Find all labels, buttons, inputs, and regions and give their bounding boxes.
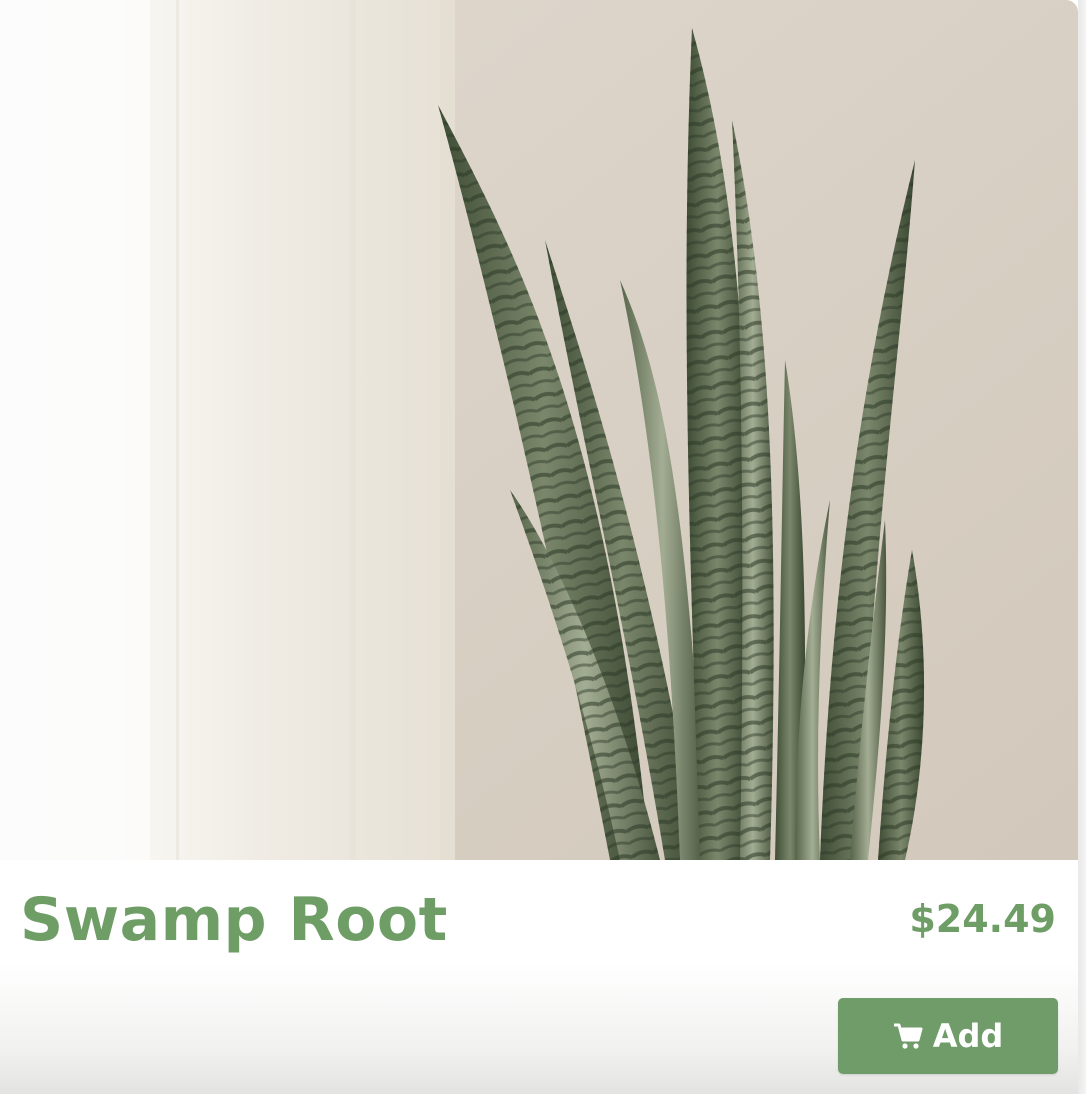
product-price: $24.49	[909, 897, 1056, 941]
product-card: Swamp Root $24.49 Add	[0, 0, 1078, 1094]
product-title: Swamp Root	[20, 885, 448, 955]
shopping-cart-icon	[893, 1022, 923, 1050]
page-edge	[1078, 0, 1086, 1094]
product-image	[0, 0, 1078, 860]
add-to-cart-button[interactable]: Add	[838, 998, 1058, 1074]
add-button-label: Add	[932, 1017, 1004, 1055]
